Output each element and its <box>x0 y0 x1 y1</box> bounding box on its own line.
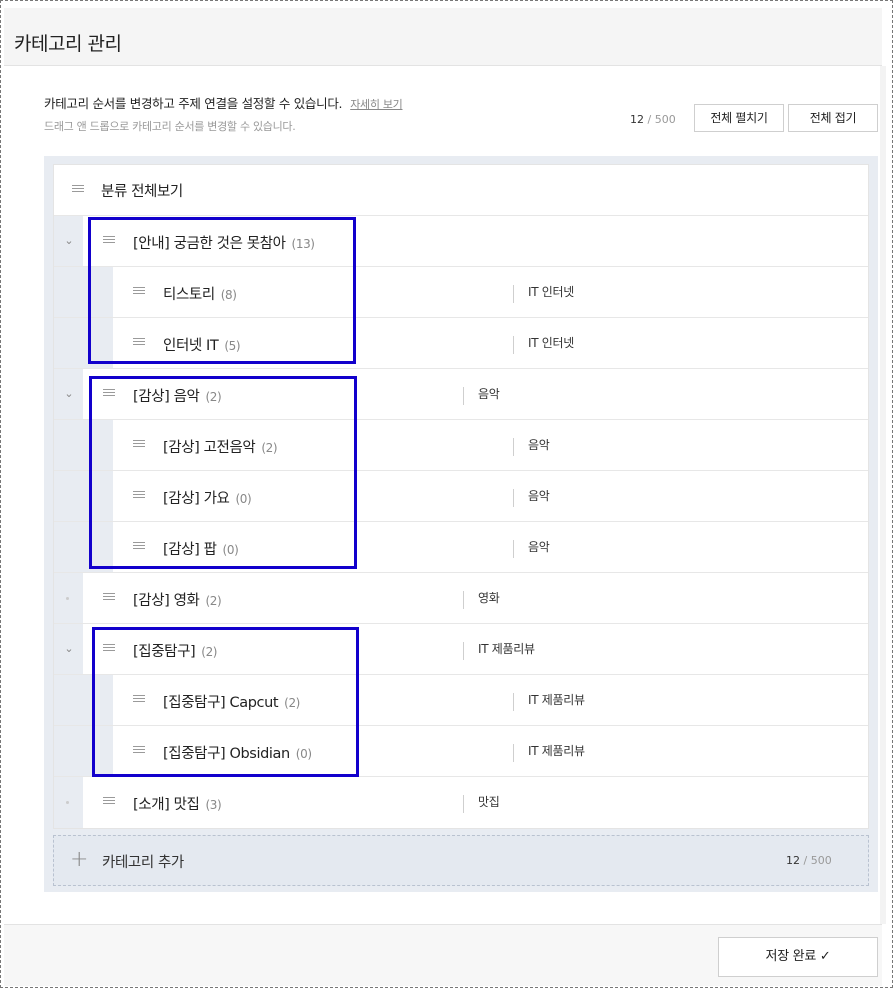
row-indent <box>54 267 113 317</box>
drag-handle-icon[interactable] <box>133 746 145 755</box>
add-category-counter: 12 / 500 <box>786 854 832 867</box>
category-label: [집중탐구] Obsidian (0) <box>163 746 312 762</box>
category-row[interactable]: [집중탐구] Obsidian (0) IT 제품리뷰 <box>54 726 868 777</box>
drag-handle-icon[interactable] <box>133 338 145 347</box>
category-row[interactable]: ⌄ [집중탐구] (2) IT 제품리뷰 <box>54 624 868 675</box>
category-label: [감상] 팝 (0) <box>163 542 239 558</box>
topic-label[interactable]: 음악 <box>513 489 550 507</box>
drag-handle-icon[interactable] <box>103 236 115 245</box>
row-indent <box>54 675 113 725</box>
footer-bar: 저장 완료 ✓ <box>4 924 882 986</box>
drag-handle-icon[interactable] <box>103 389 115 398</box>
category-row[interactable]: [감상] 영화 (2) 영화 <box>54 573 868 624</box>
learn-more-link[interactable]: 자세히 보기 <box>350 98 403 111</box>
category-label: [감상] 영화 (2) <box>133 593 222 609</box>
category-label: 인터넷 IT (5) <box>163 338 241 354</box>
row-indent <box>54 318 113 368</box>
topic-label[interactable]: 맛집 <box>463 795 500 813</box>
drag-handle-icon[interactable] <box>103 593 115 602</box>
category-row[interactable]: [감상] 고전음악 (2) 음악 <box>54 420 868 471</box>
drag-handle-icon[interactable] <box>133 542 145 551</box>
page-title: 카테고리 관리 <box>14 33 122 55</box>
scroll-gutter <box>880 66 886 924</box>
drag-handle-icon[interactable] <box>133 287 145 296</box>
category-label: [안내] 궁금한 것은 못참아 (13) <box>133 236 315 252</box>
category-counter: 12 / 500 <box>630 113 676 126</box>
description: 카테고리 순서를 변경하고 주제 연결을 설정할 수 있습니다. 자세히 보기 <box>44 93 403 112</box>
topic-label[interactable]: 음악 <box>513 540 550 558</box>
topic-label[interactable]: 음악 <box>513 438 550 456</box>
category-label: [감상] 음악 (2) <box>133 389 222 405</box>
sub-description: 드래그 앤 드롭으로 카테고리 순서를 변경할 수 있습니다. <box>44 120 296 133</box>
chevron-down-icon[interactable]: ⌄ <box>61 233 77 249</box>
row-indent <box>54 522 113 572</box>
drag-handle-icon[interactable] <box>103 797 115 806</box>
category-row[interactable]: [감상] 팝 (0) 음악 <box>54 522 868 573</box>
counter-max: / 500 <box>647 113 676 126</box>
category-label: [집중탐구] Capcut (2) <box>163 695 300 711</box>
category-row[interactable]: [감상] 가요 (0) 음악 <box>54 471 868 522</box>
drag-handle-icon[interactable] <box>103 644 115 653</box>
drag-handle-icon[interactable] <box>133 695 145 704</box>
row-indent <box>54 471 113 521</box>
topic-label[interactable]: IT 제품리뷰 <box>513 744 585 762</box>
add-category-label: 카테고리 추가 <box>102 855 184 871</box>
expand-all-button[interactable]: 전체 펼치기 <box>694 104 784 132</box>
root-label: 분류 전체보기 <box>101 184 183 200</box>
category-row[interactable]: [소개] 맛집 (3) 맛집 <box>54 777 868 828</box>
chevron-down-icon[interactable]: ⌄ <box>61 641 77 657</box>
topic-label[interactable]: 영화 <box>463 591 500 609</box>
drag-handle-icon[interactable] <box>133 440 145 449</box>
category-label: [집중탐구] (2) <box>133 644 218 660</box>
topic-label[interactable]: IT 인터넷 <box>513 285 574 303</box>
category-label: [감상] 가요 (0) <box>163 491 252 507</box>
counter-current: 12 <box>630 113 644 126</box>
chevron-down-icon[interactable]: ⌄ <box>61 386 77 402</box>
category-row[interactable]: 인터넷 IT (5) IT 인터넷 <box>54 318 868 369</box>
dot-icon <box>66 801 69 804</box>
category-tree: 분류 전체보기 ⌄ [안내] 궁금한 것은 못참아 (13) 티스토리 (8) IT… <box>53 164 869 829</box>
topic-label[interactable]: IT 인터넷 <box>513 336 574 354</box>
add-category-button[interactable]: + 카테고리 추가 12 / 500 <box>53 835 869 886</box>
drag-handle-icon[interactable] <box>72 185 84 194</box>
category-label: 티스토리 (8) <box>163 287 237 303</box>
tree-root-row[interactable]: 분류 전체보기 <box>54 165 868 216</box>
topic-label[interactable]: IT 제품리뷰 <box>463 642 535 660</box>
save-button[interactable]: 저장 완료 ✓ <box>718 937 878 977</box>
description-text: 카테고리 순서를 변경하고 주제 연결을 설정할 수 있습니다. <box>44 96 343 111</box>
category-row[interactable]: [집중탐구] Capcut (2) IT 제품리뷰 <box>54 675 868 726</box>
topic-label[interactable]: 음악 <box>463 387 500 405</box>
collapse-all-button[interactable]: 전체 접기 <box>788 104 878 132</box>
category-row[interactable]: ⌄ [안내] 궁금한 것은 못참아 (13) <box>54 216 868 267</box>
plus-icon: + <box>70 847 89 872</box>
row-indent <box>54 726 113 776</box>
page-header: 카테고리 관리 <box>4 8 882 66</box>
topic-label[interactable]: IT 제품리뷰 <box>513 693 585 711</box>
category-label: [감상] 고전음악 (2) <box>163 440 278 456</box>
category-row[interactable]: ⌄ [감상] 음악 (2) 음악 <box>54 369 868 420</box>
drag-handle-icon[interactable] <box>133 491 145 500</box>
row-indent <box>54 420 113 470</box>
category-row[interactable]: 티스토리 (8) IT 인터넷 <box>54 267 868 318</box>
category-tree-container: 분류 전체보기 ⌄ [안내] 궁금한 것은 못참아 (13) 티스토리 (8) IT… <box>44 156 878 892</box>
category-label: [소개] 맛집 (3) <box>133 797 222 813</box>
dot-icon <box>66 597 69 600</box>
